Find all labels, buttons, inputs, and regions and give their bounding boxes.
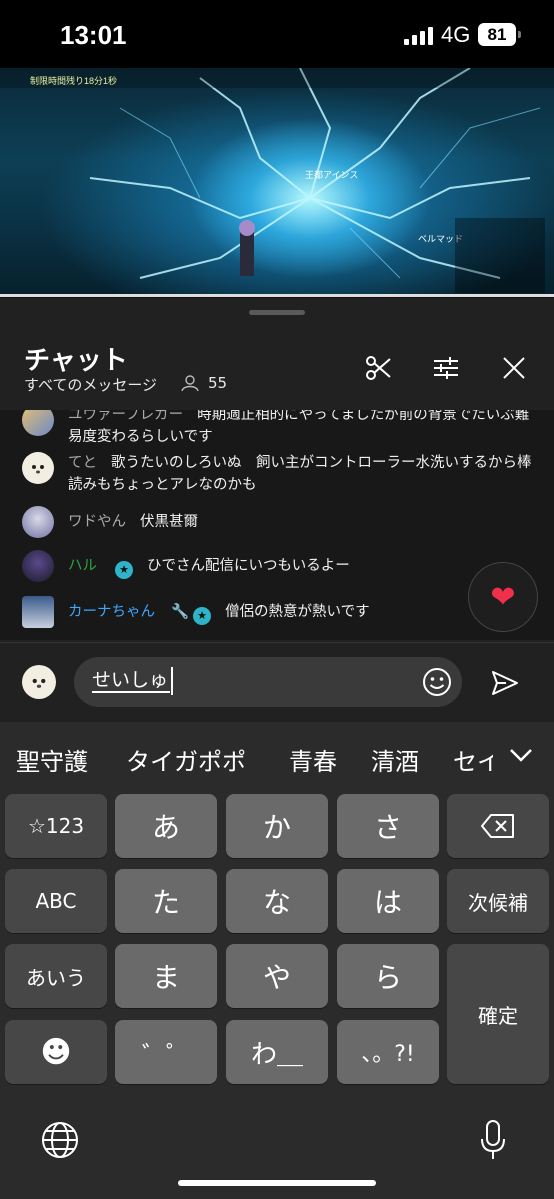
message-text: ひでさん配信にいつもいるよー bbox=[147, 558, 350, 574]
hud-label: 王都アインス bbox=[305, 170, 359, 180]
chat-message: てと 歌うたいのしろいぬ 飼い主がコントローラー水洗いするから棒読みもちょっとアレ… bbox=[22, 450, 542, 494]
chat-message: ユウァーフレガー 時期適正相的にやってましたが前の背景でたいぶ難易度変わるらしいで… bbox=[22, 410, 542, 448]
key-kana[interactable]: あいう bbox=[5, 944, 107, 1008]
avatar[interactable] bbox=[22, 596, 54, 628]
key-punctuation[interactable]: 、。?! bbox=[337, 1020, 439, 1084]
key-delete[interactable] bbox=[447, 794, 549, 858]
settings-button[interactable] bbox=[428, 350, 464, 386]
candidate-bar: 聖守護 タイガポポ 青春 清酒 セイ bbox=[0, 722, 554, 792]
message-text: 僧侶の熱意が熱いです bbox=[225, 604, 370, 620]
key-dakuten[interactable]: ゛゜ bbox=[115, 1020, 217, 1084]
microphone-icon[interactable] bbox=[478, 1119, 508, 1161]
clip-button[interactable] bbox=[360, 350, 396, 386]
chat-title: チャット bbox=[24, 346, 128, 376]
my-avatar bbox=[22, 665, 56, 699]
chat-message: ワドやん 伏黒甚爾 bbox=[22, 506, 542, 540]
viewers-icon bbox=[181, 375, 199, 392]
avatar[interactable] bbox=[22, 410, 54, 436]
key-na[interactable]: な bbox=[226, 869, 328, 933]
reaction-heart-button[interactable]: ❤ bbox=[468, 562, 538, 632]
key-ta[interactable]: た bbox=[115, 869, 217, 933]
backspace-icon bbox=[481, 814, 514, 838]
key-ma[interactable]: ま bbox=[115, 944, 217, 1008]
hud-timer: 制限時間残り18分1秒 bbox=[30, 76, 118, 86]
key-abc[interactable]: ABC bbox=[5, 869, 107, 933]
key-ha[interactable]: は bbox=[337, 869, 439, 933]
network-type: 4G bbox=[441, 22, 471, 47]
candidate[interactable]: 清酒 bbox=[371, 742, 419, 777]
viewer-count: 55 bbox=[208, 374, 228, 392]
wrench-icon: 🔧 bbox=[171, 604, 190, 620]
message-text: 伏黒甚爾 bbox=[140, 514, 198, 530]
key-sa[interactable]: さ bbox=[337, 794, 439, 858]
message-filter[interactable]: すべてのメッセージ bbox=[24, 374, 157, 395]
video-player[interactable]: 制限時間残り18分1秒 王都アインス ベルマッド bbox=[0, 68, 554, 296]
party-status bbox=[455, 218, 545, 293]
candidate[interactable]: 聖守護 bbox=[16, 742, 88, 777]
text-caret bbox=[171, 667, 173, 695]
avatar[interactable] bbox=[22, 506, 54, 538]
chat-input-value[interactable]: せいしゅ bbox=[92, 669, 171, 693]
key-emoji[interactable]: ☻ bbox=[5, 1020, 107, 1084]
author-name[interactable]: ユウァーフレガー bbox=[68, 410, 183, 423]
scissors-icon bbox=[366, 356, 391, 380]
candidate[interactable]: 青春 bbox=[289, 742, 337, 777]
key-a[interactable]: あ bbox=[115, 794, 217, 858]
keyboard: 聖守護 タイガポポ 青春 清酒 セイ ☆123 あ か さ ABC た な は … bbox=[0, 722, 554, 1199]
sliders-icon bbox=[434, 357, 458, 379]
author-name[interactable]: ワドやん bbox=[68, 514, 126, 530]
send-icon[interactable] bbox=[490, 668, 520, 698]
key-ra[interactable]: ら bbox=[337, 944, 439, 1008]
signal-icon bbox=[404, 27, 434, 45]
key-wa[interactable]: わ＿ bbox=[226, 1020, 328, 1084]
key-numbers[interactable]: ☆123 bbox=[5, 794, 107, 858]
avatar[interactable] bbox=[22, 452, 54, 484]
close-button[interactable] bbox=[496, 350, 532, 386]
avatar[interactable] bbox=[22, 550, 54, 582]
video-progress-bar[interactable] bbox=[0, 294, 554, 297]
drag-handle[interactable] bbox=[249, 310, 305, 315]
chat-message: カーナちゃん 🔧 ★ 僧侶の熱意が熱いです bbox=[22, 596, 542, 630]
candidate[interactable]: タイガポポ bbox=[126, 742, 246, 777]
battery-icon: 81 bbox=[478, 23, 521, 46]
key-ya[interactable]: や bbox=[226, 944, 328, 1008]
clock: 13:01 bbox=[60, 20, 127, 50]
globe-icon[interactable] bbox=[40, 1120, 80, 1160]
smiley-icon[interactable] bbox=[422, 667, 452, 697]
member-badge-icon: ★ bbox=[115, 561, 133, 579]
author-name[interactable]: てと bbox=[68, 455, 97, 471]
heart-icon: ❤ bbox=[490, 579, 516, 615]
key-ka[interactable]: か bbox=[226, 794, 328, 858]
chat-input[interactable]: せいしゅ bbox=[74, 657, 462, 707]
home-indicator[interactable] bbox=[178, 1180, 376, 1186]
author-name[interactable]: カーナちゃん bbox=[68, 604, 155, 620]
candidate[interactable]: セイ bbox=[453, 742, 493, 777]
member-badge-icon: ★ bbox=[193, 607, 212, 625]
message-text: 歌うたいのしろいぬ 飼い主がコントローラー水洗いするから棒読みもちょっとアレなの… bbox=[68, 455, 532, 493]
close-icon bbox=[503, 357, 525, 379]
chevron-down-icon[interactable] bbox=[506, 740, 536, 770]
key-confirm[interactable]: 確定 bbox=[447, 944, 549, 1084]
chat-composer: せいしゅ bbox=[0, 642, 554, 722]
status-bar: 13:01 4G 81 bbox=[0, 0, 554, 68]
key-next-candidate[interactable]: 次候補 bbox=[447, 869, 549, 933]
chat-message: ハル ★ ひでさん配信にいつもいるよー bbox=[22, 550, 542, 584]
author-name[interactable]: ハル bbox=[68, 558, 97, 574]
